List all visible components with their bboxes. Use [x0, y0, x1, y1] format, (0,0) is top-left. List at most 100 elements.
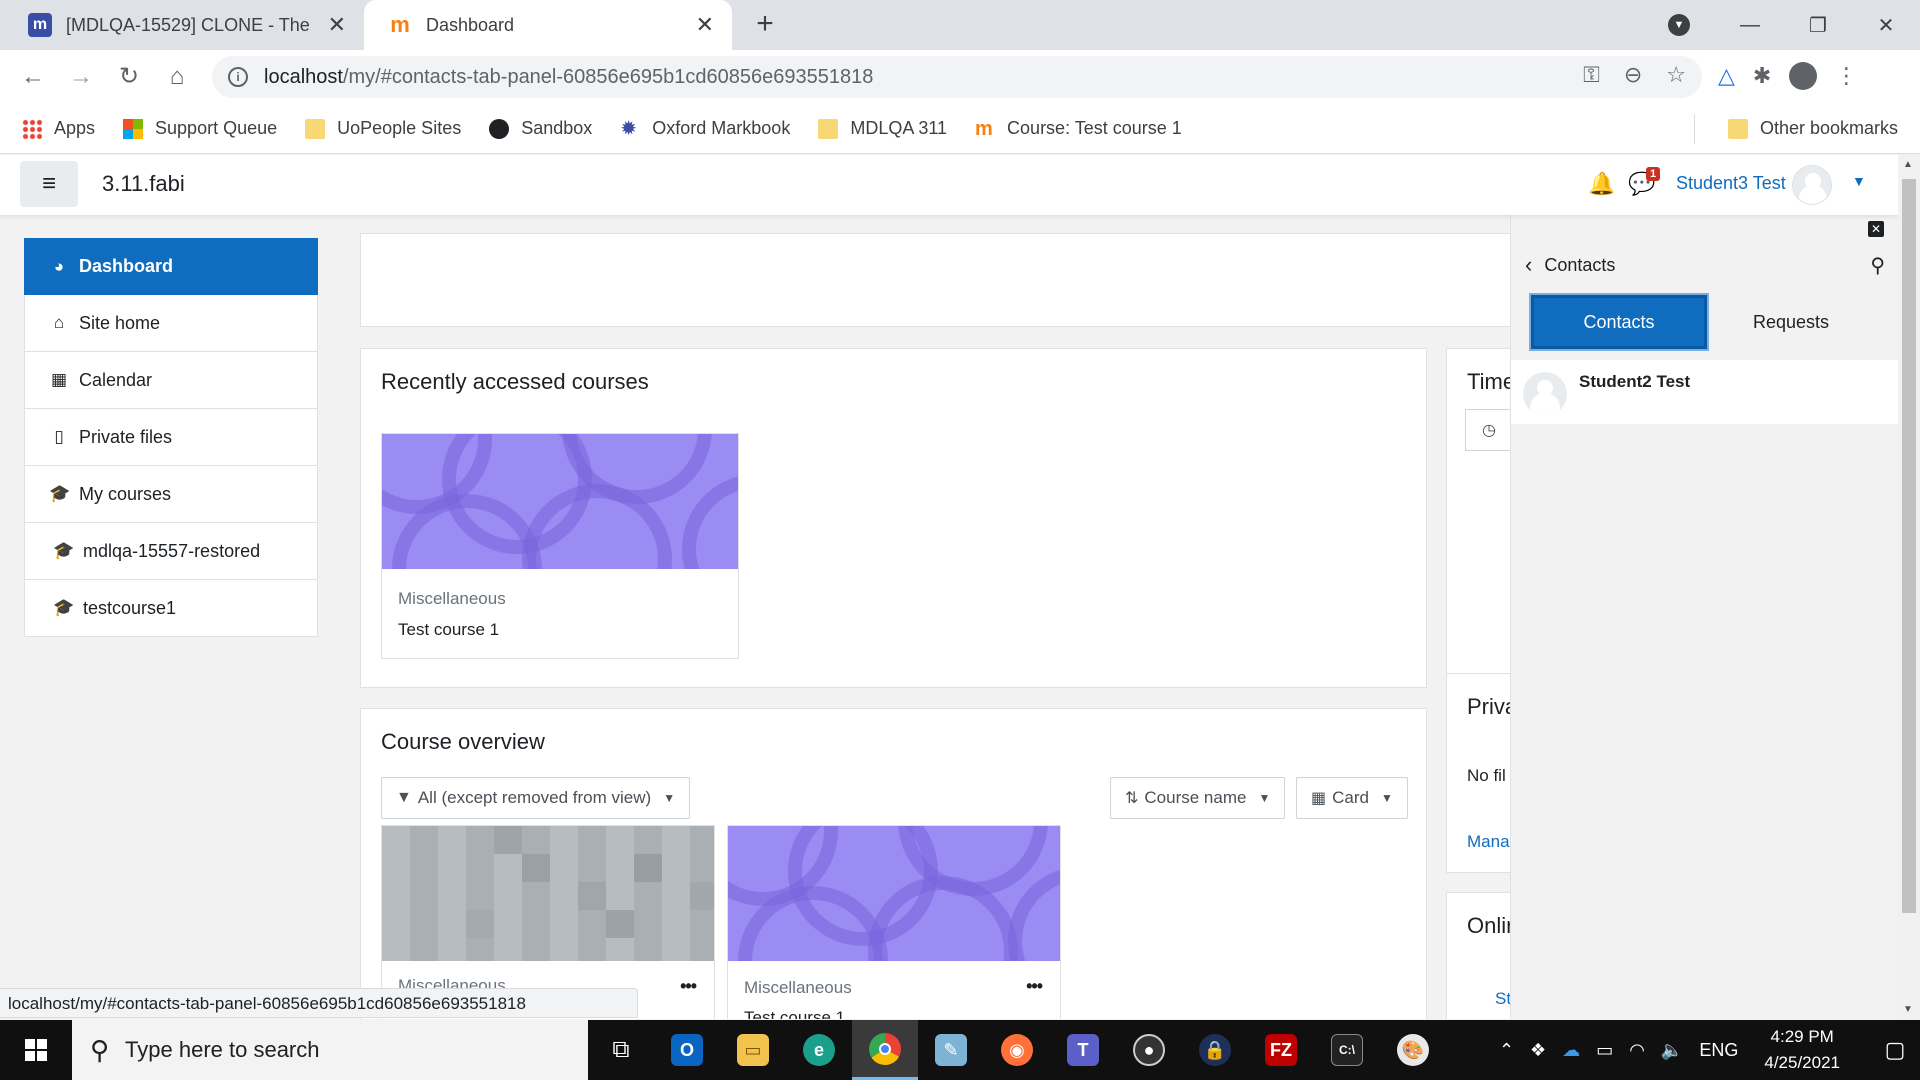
scroll-up-icon[interactable]: ▲ — [1903, 159, 1913, 170]
dropbox-icon[interactable]: ❖ — [1530, 1040, 1546, 1061]
star-icon[interactable]: ☆ — [1666, 62, 1686, 88]
info-icon[interactable]: i — [228, 67, 248, 87]
vertical-scrollbar[interactable]: ▲ ▼ — [1898, 155, 1920, 1019]
course-card[interactable]: Miscellaneous ••• Test course 1 — [727, 825, 1061, 1019]
drawer-item-label: My courses — [79, 483, 172, 504]
notification-icon[interactable]: ▢ — [1870, 1020, 1920, 1080]
tab-requests[interactable]: Requests — [1703, 295, 1879, 349]
drawer-item-private-files[interactable]: ▯ Private files — [24, 409, 318, 466]
bookmark-apps[interactable]: Apps — [22, 118, 95, 139]
drawer-item-calendar[interactable]: ▦ Calendar — [24, 352, 318, 409]
bookmark-sandbox[interactable]: Sandbox — [489, 118, 592, 139]
close-window-icon[interactable]: ✕ — [1852, 13, 1920, 38]
scroll-down-icon[interactable]: ▼ — [1903, 1004, 1913, 1015]
key-icon[interactable]: ⚿ — [1583, 62, 1600, 88]
drawer-item-site-home[interactable]: ⌂ Site home — [24, 295, 318, 352]
media-icon[interactable]: ● — [1116, 1020, 1182, 1080]
clock[interactable]: 4:29 PM 4/25/2021 — [1764, 1024, 1840, 1076]
browser-tab-dashboard[interactable]: m Dashboard ✕ — [364, 0, 732, 50]
drive-icon[interactable]: △ — [1718, 63, 1735, 89]
address-bar[interactable]: i localhost/my/#contacts-tab-panel-60856… — [212, 56, 1702, 98]
reload-icon[interactable]: ↻ — [112, 60, 146, 94]
forward-icon[interactable]: → — [64, 60, 98, 94]
view-dropdown[interactable]: ▦ Card ▼ — [1296, 777, 1408, 819]
other-bookmarks[interactable]: Other bookmarks — [1693, 114, 1898, 144]
edge-icon[interactable]: e — [786, 1020, 852, 1080]
drawer-item-dashboard[interactable]: ◕ Dashboard — [24, 238, 318, 295]
taskbar-search[interactable]: ⚲ Type here to search — [72, 1020, 588, 1080]
paint-icon[interactable]: 🎨 — [1380, 1020, 1446, 1080]
terminal-icon[interactable]: C:\ — [1314, 1020, 1380, 1080]
bookmark-test-course[interactable]: m Course: Test course 1 — [975, 118, 1182, 139]
user-menu-name[interactable]: Student3 Test — [1676, 173, 1786, 194]
file-explorer-icon[interactable]: ▭ — [720, 1020, 786, 1080]
start-button[interactable] — [0, 1020, 72, 1080]
course-image[interactable] — [728, 826, 1060, 961]
chevron-up-icon[interactable]: ⌃ — [1499, 1040, 1514, 1061]
caret-down-icon: ▼ — [1380, 791, 1393, 805]
onedrive-icon[interactable]: ☁ — [1562, 1040, 1580, 1061]
back-icon[interactable]: ← — [16, 60, 50, 94]
close-icon[interactable]: ✕ — [696, 12, 714, 38]
language-indicator[interactable]: ENG — [1699, 1040, 1738, 1061]
course-name[interactable]: Test course 1 — [744, 1008, 845, 1019]
filezilla-icon[interactable]: FZ — [1248, 1020, 1314, 1080]
close-icon[interactable]: ✕ — [1868, 221, 1884, 237]
windows-icon — [25, 1039, 47, 1061]
bookmark-uopeople[interactable]: UoPeople Sites — [305, 118, 461, 139]
close-icon[interactable]: ✕ — [328, 12, 346, 38]
volume-icon[interactable]: 🔈 — [1661, 1040, 1683, 1061]
scrollbar-thumb[interactable] — [1902, 179, 1916, 913]
chevron-left-icon[interactable]: ‹ — [1525, 252, 1532, 278]
caret-down-icon[interactable]: ▼ — [1852, 173, 1866, 189]
bookmark-oxford[interactable]: ✹ Oxford Markbook — [620, 118, 790, 139]
battery-icon[interactable]: ▭ — [1596, 1040, 1613, 1061]
browser-tab-bar: m [MDLQA-15529] CLONE - The nu ✕ m Dashb… — [0, 0, 1920, 50]
online-user-link[interactable]: St — [1495, 989, 1511, 1009]
task-view-icon[interactable]: ⧉ — [588, 1020, 654, 1080]
message-drawer-header: ‹ Contacts ⚲ — [1525, 247, 1885, 283]
search-icon[interactable]: ⚲ — [1870, 253, 1885, 278]
vpn-lock-icon[interactable]: 🔒 — [1182, 1020, 1248, 1080]
course-card[interactable]: Miscellaneous Test course 1 — [381, 433, 739, 659]
bookmark-support-queue[interactable]: Support Queue — [123, 118, 277, 139]
chrome-icon[interactable] — [852, 1020, 918, 1080]
zoom-icon[interactable]: ⊖ — [1624, 62, 1642, 88]
course-name[interactable]: Test course 1 — [398, 620, 499, 640]
course-menu-icon[interactable]: ••• — [680, 976, 697, 997]
course-image[interactable] — [382, 434, 738, 569]
tab-search-icon[interactable]: ▼ — [1668, 14, 1690, 36]
contact-item[interactable]: Student2 Test — [1511, 360, 1899, 424]
wifi-icon[interactable]: ◠ — [1629, 1040, 1645, 1061]
graduation-cap-icon: 🎓 — [49, 484, 71, 503]
home-icon[interactable]: ⌂ — [160, 60, 194, 94]
outlook-icon[interactable]: O — [654, 1020, 720, 1080]
minimize-icon[interactable]: — — [1716, 14, 1784, 37]
notepad-icon[interactable]: ✎ — [918, 1020, 984, 1080]
windows-taskbar: ⚲ Type here to search ⧉ O ▭ e ✎ ◉ T ● 🔒 … — [0, 1020, 1920, 1080]
manage-files-link[interactable]: Mana — [1467, 832, 1510, 852]
drawer-item-course[interactable]: 🎓 mdlqa-15557-restored — [24, 523, 318, 580]
teams-icon[interactable]: T — [1050, 1020, 1116, 1080]
course-menu-icon[interactable]: ••• — [1026, 976, 1043, 997]
firefox-icon[interactable]: ◉ — [984, 1020, 1050, 1080]
new-tab-button[interactable]: + — [748, 8, 782, 42]
avatar[interactable] — [1792, 165, 1832, 205]
bookmark-label: Other bookmarks — [1759, 118, 1898, 138]
filter-dropdown[interactable]: ▼ All (except removed from view) ▼ — [381, 777, 691, 819]
drawer-item-course[interactable]: 🎓 testcourse1 — [24, 580, 318, 637]
bookmark-mdlqa[interactable]: MDLQA 311 — [818, 118, 947, 139]
browser-tab-tracker[interactable]: m [MDLQA-15529] CLONE - The nu ✕ — [4, 0, 364, 50]
bell-icon[interactable]: 🔔 — [1588, 171, 1615, 197]
course-image[interactable] — [382, 826, 714, 961]
site-name[interactable]: 3.11.fabi — [102, 171, 185, 197]
clock-icon: ◷ — [1482, 422, 1496, 439]
tab-contacts[interactable]: Contacts — [1531, 295, 1707, 349]
menu-icon[interactable]: ⋮ — [1835, 63, 1857, 89]
restore-icon[interactable]: ❐ — [1784, 13, 1852, 38]
hamburger-icon[interactable]: ≡ — [20, 161, 78, 207]
profile-avatar[interactable] — [1789, 62, 1818, 90]
drawer-item-my-courses[interactable]: 🎓 My courses — [24, 466, 318, 523]
puzzle-icon[interactable]: ✱ — [1753, 63, 1771, 89]
sort-dropdown[interactable]: ⇅ Course name ▼ — [1110, 777, 1286, 819]
